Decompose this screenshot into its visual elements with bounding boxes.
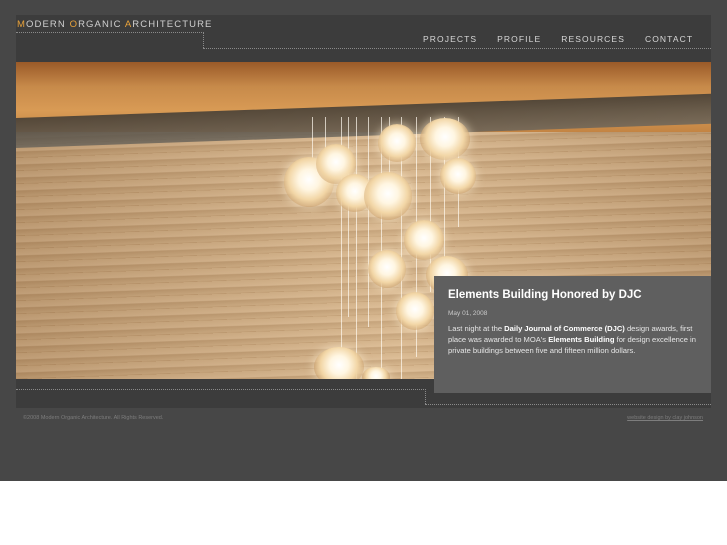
copyright-text: ©2008 Modern Organic Architecture. All R… — [23, 415, 164, 421]
footer-divider-lower — [425, 404, 711, 405]
logo-text-o: RGANIC — [78, 19, 125, 30]
news-body: Last night at the Daily Journal of Comme… — [448, 323, 697, 356]
news-title[interactable]: Elements Building Honored by DJC — [448, 289, 697, 301]
header-divider-lower — [203, 48, 711, 49]
news-body-emphasis: Daily Journal of Commerce (DJC) — [504, 324, 625, 333]
header-divider-vertical — [203, 32, 204, 48]
pendant-wire — [348, 117, 349, 317]
nav-contact[interactable]: CONTACT — [645, 34, 693, 44]
pendant-bulb — [440, 158, 476, 194]
news-body-emphasis: Elements Building — [548, 335, 615, 344]
footer-divider-vertical — [425, 389, 426, 404]
designer-credit-link[interactable]: website design by clay johnson — [627, 415, 703, 421]
nav-profile[interactable]: PROFILE — [497, 34, 541, 44]
pendant-bulb — [368, 250, 406, 288]
logo-initial-m: M — [17, 19, 27, 30]
pendant-bulb — [404, 220, 444, 260]
news-panel: Elements Building Honored by DJC May 01,… — [434, 276, 711, 393]
pendant-bulb — [364, 172, 412, 220]
logo-text-m: ODERN — [26, 19, 70, 30]
nav-resources[interactable]: RESOURCES — [561, 34, 625, 44]
main-nav: PROJECTS PROFILE RESOURCES CONTACT — [423, 34, 713, 44]
news-date: May 01, 2008 — [448, 310, 488, 317]
news-body-text: Last night at the — [448, 324, 505, 333]
pendant-bulb — [314, 347, 364, 379]
pendant-bulb — [396, 292, 434, 330]
logo-text-a: RCHITECTURE — [132, 19, 213, 30]
site-logo[interactable]: MODERN ORGANIC ARCHITECTURE — [17, 19, 212, 30]
logo-initial-o: O — [69, 19, 79, 30]
pendant-bulb — [378, 124, 416, 162]
pendant-wire — [356, 117, 357, 379]
pendant-wire — [368, 117, 369, 327]
header-divider — [16, 32, 204, 33]
pendant-bulb — [420, 118, 470, 160]
footer-divider — [16, 389, 426, 390]
pendant-wire — [381, 117, 382, 379]
nav-projects[interactable]: PROJECTS — [423, 34, 477, 44]
